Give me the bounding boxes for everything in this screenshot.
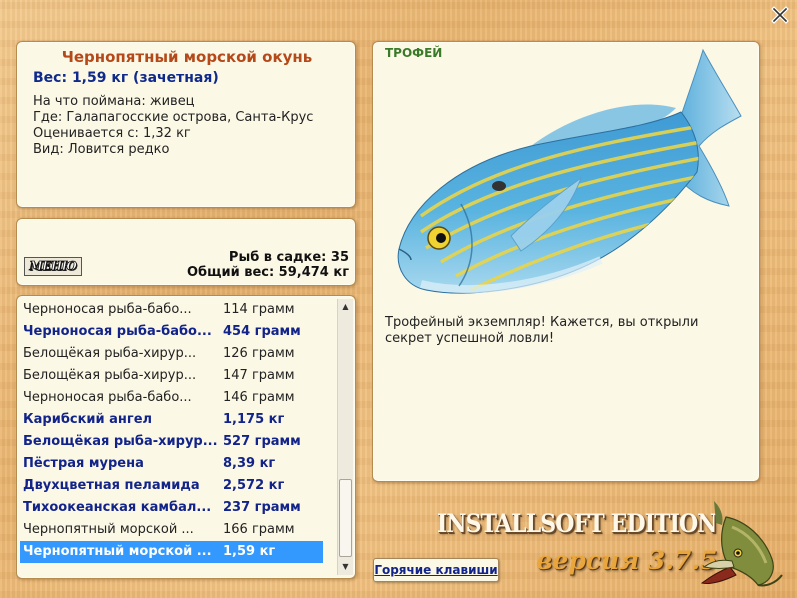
list-item-weight: 147 грамм — [223, 368, 295, 383]
list-item[interactable]: Двухцветная пеламида 2,572 кг — [20, 475, 323, 497]
list-item-weight: 146 грамм — [223, 390, 295, 405]
edition-label: INSTALLSOFT EDITION — [437, 509, 717, 538]
list-item-weight: 454 грамм — [223, 324, 301, 339]
species-line: Вид: Ловится редко — [33, 142, 170, 157]
hotkeys-button[interactable]: Горячие клавиши — [373, 558, 499, 582]
list-scrollbar[interactable]: ▲ ▼ — [337, 299, 353, 575]
list-item[interactable]: Белощёкая рыба-хирур... 126 грамм — [20, 343, 323, 365]
list-item-name: Чернопятный морской ... — [23, 544, 212, 559]
list-item-name: Белощёкая рыба-хирур... — [23, 368, 197, 383]
fish-spot — [492, 181, 506, 191]
list-item-weight: 2,572 кг — [223, 478, 285, 493]
list-item-name: Белощёкая рыба-хирур... — [23, 434, 218, 449]
list-item[interactable]: Черноносая рыба-бабо... 114 грамм — [20, 299, 323, 321]
list-item-weight: 8,39 кг — [223, 456, 276, 471]
list-item[interactable]: Тихоокеанская камбал... 237 грамм — [20, 497, 323, 519]
fish-title: Чернопятный морской окунь — [61, 48, 313, 66]
catch-list[interactable]: Черноносая рыба-бабо... 114 грамм Чернонос… — [20, 299, 323, 563]
list-item[interactable]: Карибский ангел 1,175 кг — [20, 409, 323, 431]
fish-weight: Вес: 1,59 кг (зачетная) — [33, 70, 219, 86]
version-label: версия 3.7.5 — [536, 546, 718, 575]
list-item-weight: 166 грамм — [223, 522, 295, 537]
arrow-up-icon[interactable]: ▲ — [338, 299, 353, 315]
list-item[interactable]: Чернопятный морской ... 166 грамм — [20, 519, 323, 541]
list-item[interactable]: Пёстрая мурена 8,39 кг — [20, 453, 323, 475]
close-button[interactable] — [770, 5, 790, 25]
trophy-message: Трофейный экземпляр! Кажется, вы открыли… — [385, 315, 699, 346]
list-item[interactable]: Чернопятный морской ... 1,59 кг — [20, 541, 323, 563]
bait-line: На что поймана: живец — [33, 94, 195, 109]
list-item-name: Пёстрая мурена — [23, 456, 144, 471]
scrollbar-thumb[interactable] — [339, 479, 352, 557]
trophy-panel: ТРОФЕЙ Трофейный экземпляр! Кажется, вы … — [372, 41, 760, 482]
list-item-name: Карибский ангел — [23, 412, 153, 427]
list-item-weight: 1,59 кг — [223, 544, 276, 559]
total-weight: Общий вес: 59,474 кг — [186, 265, 349, 280]
arrow-down-icon[interactable]: ▼ — [338, 559, 353, 575]
rating-line: Оценивается с: 1,32 кг — [33, 126, 191, 141]
catch-list-panel: Черноносая рыба-бабо... 114 грамм Чернонос… — [16, 295, 356, 579]
list-item[interactable]: Черноносая рыба-бабо... 146 грамм — [20, 387, 323, 409]
fish-count: Рыб в садке: 35 — [228, 250, 349, 265]
list-item-name: Двухцветная пеламида — [23, 478, 200, 493]
list-item-name: Белощёкая рыба-хирур... — [23, 346, 197, 361]
list-item[interactable]: Белощёкая рыба-хирур... 527 грамм — [20, 431, 323, 453]
menu-button[interactable]: МЕНЮ — [24, 257, 82, 276]
list-item[interactable]: Белощёкая рыба-хирур... 147 грамм — [20, 365, 323, 387]
list-item-weight: 126 грамм — [223, 346, 295, 361]
list-item[interactable]: Черноносая рыба-бабо... 454 грамм — [20, 321, 323, 343]
list-item-name: Черноносая рыба-бабо... — [23, 302, 192, 317]
list-item-name: Тихоокеанская камбал... — [23, 500, 212, 515]
list-item-weight: 237 грамм — [223, 500, 301, 515]
fish-image — [397, 48, 742, 294]
list-item-weight: 527 грамм — [223, 434, 301, 449]
close-icon — [771, 6, 789, 24]
stats-panel: МЕНЮ Рыб в садке: 35 Общий вес: 59,474 к… — [16, 218, 356, 286]
fish-info-panel: Чернопятный морской окунь Вес: 1,59 кг (… — [16, 41, 356, 208]
location-line: Где: Галапагосские острова, Санта-Крус — [33, 110, 314, 125]
trophy-label: ТРОФЕЙ — [385, 46, 443, 60]
list-item-name: Чернопятный морской ... — [23, 522, 194, 537]
pike-fish-logo — [700, 501, 783, 587]
list-item-weight: 114 грамм — [223, 302, 295, 317]
list-item-name: Черноносая рыба-бабо... — [23, 324, 212, 339]
list-item-name: Черноносая рыба-бабо... — [23, 390, 192, 405]
list-item-weight: 1,175 кг — [223, 412, 285, 427]
